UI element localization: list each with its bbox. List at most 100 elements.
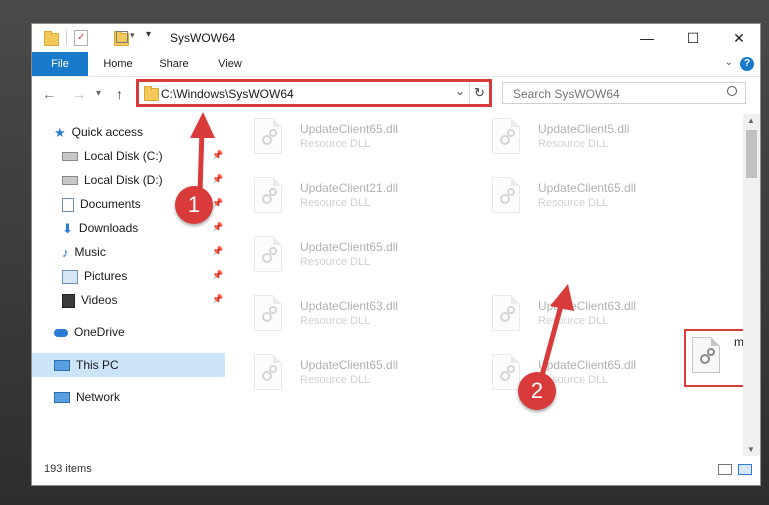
- file-item[interactable]: UpdateClient65.dll Resource DLL: [228, 350, 448, 400]
- step-marker-2: 2: [518, 372, 556, 410]
- drive-icon: [62, 152, 78, 162]
- documents-icon: [62, 197, 74, 212]
- sidebar-item-this-pc[interactable]: This PC: [54, 354, 119, 376]
- minimize-button[interactable]: —: [624, 24, 670, 52]
- tab-view[interactable]: View: [206, 52, 254, 76]
- file-explorer-window: ✓ ▾ ▾ SysWOW64 — ☐ ✕ File Home Share Vie…: [31, 23, 761, 486]
- up-button[interactable]: ↑: [116, 86, 123, 102]
- search-box[interactable]: [502, 82, 746, 104]
- sidebar-item-label: OneDrive: [74, 325, 125, 339]
- pin-icon[interactable]: 📌: [212, 150, 223, 161]
- sidebar-item-local-disk-d[interactable]: Local Disk (D:): [62, 169, 163, 191]
- pin-icon[interactable]: 📌: [212, 174, 223, 185]
- file-name: UpdateClient21.dll: [300, 181, 399, 195]
- file-type: Resource DLL: [300, 138, 371, 150]
- search-input[interactable]: [511, 86, 715, 102]
- sidebar-item-label: Quick access: [71, 125, 144, 139]
- sidebar-item-label: Local Disk (C:): [84, 149, 163, 163]
- forward-button[interactable]: →: [72, 86, 86, 102]
- sidebar-item-pictures[interactable]: Pictures: [62, 265, 127, 287]
- dll-file-icon: [692, 337, 720, 373]
- file-list: UpdateClient65.dll Resource DLL UpdateCl…: [228, 114, 760, 458]
- sidebar-item-network[interactable]: Network: [54, 386, 120, 408]
- dll-file-icon: [254, 118, 282, 154]
- file-name: UpdateClient65.dll: [300, 358, 399, 372]
- sidebar-item-label: This PC: [76, 358, 119, 372]
- address-highlight-box: [136, 79, 492, 107]
- sidebar-item-videos[interactable]: Videos: [62, 289, 117, 311]
- status-bar: 193 items: [32, 455, 760, 485]
- file-item[interactable]: UpdateClient65.dll Resource DLL: [466, 350, 686, 400]
- pin-icon[interactable]: 📌: [212, 246, 223, 257]
- file-item[interactable]: UpdateClient21.dll Resource DLL: [228, 173, 448, 223]
- pin-icon[interactable]: 📌: [212, 270, 223, 281]
- file-type: Resource DLL: [538, 138, 609, 150]
- folder-icon: [44, 31, 59, 46]
- scroll-up-icon[interactable]: ▲: [747, 116, 755, 125]
- chevron-down-icon[interactable]: ▾: [130, 30, 135, 46]
- file-name: UpdateClient65.dll: [538, 358, 637, 372]
- videos-icon: [62, 293, 75, 308]
- properties-icon[interactable]: ✓: [74, 30, 88, 46]
- file-type: Resource DLL: [300, 315, 371, 327]
- dll-file-icon: [492, 118, 520, 154]
- large-icons-view-icon[interactable]: [738, 464, 752, 475]
- back-button[interactable]: ←: [42, 86, 56, 102]
- sidebar-item-documents[interactable]: Documents: [62, 193, 141, 215]
- sidebar-item-downloads[interactable]: ⬇ Downloads: [62, 217, 138, 239]
- file-item[interactable]: UpdateClient63.dll Resource DLL: [466, 291, 686, 341]
- tab-home[interactable]: Home: [94, 52, 142, 76]
- file-item[interactable]: UpdateClient63.dll Resource DLL: [228, 291, 448, 341]
- file-type: Resource DLL: [300, 374, 371, 386]
- vertical-scrollbar[interactable]: ▲ ▼: [743, 114, 760, 456]
- tab-share[interactable]: Share: [150, 52, 198, 76]
- sidebar-item-label: Local Disk (D:): [84, 173, 163, 187]
- pin-icon[interactable]: 📌: [212, 198, 223, 209]
- file-type: Resource DLL: [538, 197, 609, 209]
- drive-icon: [62, 176, 78, 186]
- file-item[interactable]: UpdateClient65.dll Resource DLL: [228, 114, 448, 164]
- details-view-icon[interactable]: [718, 464, 732, 475]
- file-item[interactable]: UpdateClient65.dll Resource DLL: [228, 232, 448, 282]
- item-count: 193 items: [44, 463, 92, 475]
- window-title: SysWOW64: [170, 31, 236, 45]
- search-icon[interactable]: [727, 86, 737, 96]
- divider: [66, 31, 67, 45]
- dll-file-icon: [254, 177, 282, 213]
- file-item[interactable]: UpdateClient5.dll Resource DLL: [466, 114, 686, 164]
- computer-icon: [54, 360, 70, 372]
- pictures-icon: [62, 269, 78, 284]
- customize-toolbar-icon[interactable]: [116, 31, 128, 43]
- file-name: UpdateClient65.dll: [300, 240, 399, 254]
- file-name: UpdateClient65.dll: [538, 181, 637, 195]
- downloads-icon: ⬇: [62, 220, 73, 236]
- maximize-button[interactable]: ☐: [670, 24, 716, 52]
- sidebar-item-quick-access[interactable]: ★ Quick access: [54, 121, 143, 143]
- sidebar-item-label: Documents: [80, 197, 141, 211]
- dll-file-icon: [492, 177, 520, 213]
- cloud-icon: [54, 328, 68, 337]
- tab-file[interactable]: File: [32, 52, 88, 76]
- step-marker-1: 1: [175, 186, 213, 224]
- recent-locations-button[interactable]: ▾: [96, 88, 101, 99]
- sidebar-item-local-disk-c[interactable]: Local Disk (C:): [62, 145, 163, 167]
- navigation-bar: ← → ▾ ↑ C:\Windows\SysWOW64 ⌄ ↻: [32, 77, 760, 111]
- network-icon: [54, 392, 70, 404]
- file-name: UpdateClient63.dll: [538, 299, 637, 313]
- file-type: Resource DLL: [300, 197, 371, 209]
- sidebar-item-onedrive[interactable]: OneDrive: [54, 321, 125, 343]
- quick-access-menu-icon[interactable]: ▾: [146, 29, 151, 45]
- scrollbar-thumb[interactable]: [746, 130, 757, 178]
- close-button[interactable]: ✕: [716, 24, 760, 52]
- sidebar-item-music[interactable]: ♪ Music: [62, 241, 106, 263]
- pin-icon[interactable]: 📌: [212, 294, 223, 305]
- file-type: Resource DLL: [538, 315, 609, 327]
- file-item[interactable]: UpdateClient65.dll Resource DLL: [466, 173, 686, 223]
- sidebar-item-label: Downloads: [78, 221, 139, 235]
- scroll-down-icon[interactable]: ▼: [747, 445, 755, 454]
- expand-ribbon-icon[interactable]: ⌄: [725, 57, 733, 68]
- sidebar-item-label: Pictures: [84, 269, 128, 283]
- help-icon[interactable]: ?: [740, 57, 754, 71]
- pin-icon[interactable]: 📌: [212, 222, 223, 233]
- file-name: UpdateClient65.dll: [300, 122, 399, 136]
